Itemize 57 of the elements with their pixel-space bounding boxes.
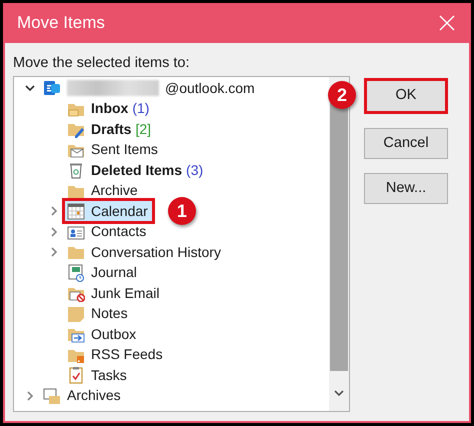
collapsed-chevron-icon[interactable] [49, 247, 59, 258]
folder-label: Contacts [91, 222, 146, 242]
folder-label: Drafts [91, 120, 132, 139]
dialog-button[interactable]: OK [364, 78, 448, 114]
folder-label: Archive [91, 181, 138, 200]
calendar-icon [67, 202, 85, 220]
folder-label: RSS Feeds [91, 345, 163, 364]
folder-label: Deleted Items [91, 160, 182, 180]
exchange-icon [43, 79, 61, 98]
collapsed-chevron-icon[interactable] [25, 390, 35, 401]
tree-item[interactable]: Sent Items [65, 140, 162, 160]
close-icon[interactable] [439, 15, 455, 31]
folder-label: @outlook.com [165, 78, 255, 98]
scroll-down-icon[interactable] [334, 390, 344, 397]
folder-label: Junk Email [91, 284, 160, 303]
tree-item[interactable]: Tasks [65, 365, 131, 386]
tree-item[interactable]: Contacts [65, 222, 150, 242]
collapsed-chevron-icon[interactable] [49, 226, 59, 237]
prompt-label: Move the selected items to: [13, 54, 190, 73]
dialog-button[interactable]: Cancel [364, 128, 448, 159]
item-count: (3) [186, 160, 204, 180]
step-number-badge: 1 [168, 197, 196, 226]
folder-label: Calendar [91, 202, 148, 221]
archive-icon [43, 386, 61, 405]
scrollbar-thumb[interactable] [330, 103, 348, 371]
tree-item[interactable]: Archives [41, 386, 125, 406]
scrollbar[interactable] [329, 77, 349, 411]
tree-item[interactable]: Junk Email [65, 283, 164, 304]
item-count: [2] [135, 120, 152, 139]
tree-item[interactable]: @outlook.com [41, 78, 259, 98]
trash-icon [67, 161, 85, 180]
window-title: Move Items [17, 12, 105, 34]
collapsed-chevron-icon[interactable] [49, 206, 59, 216]
folder-label: Notes [91, 304, 128, 324]
expanded-chevron-icon[interactable] [25, 83, 35, 94]
folder-label: Tasks [91, 366, 127, 385]
tree-item[interactable]: Archive [65, 180, 142, 201]
tree-item[interactable]: Inbox (1) [65, 98, 154, 119]
tree-item[interactable]: Deleted Items (3) [65, 160, 208, 180]
tree-item[interactable]: Conversation History [65, 242, 225, 262]
folder-label: Outbox [91, 324, 136, 344]
note-icon [67, 304, 85, 323]
tree-item[interactable]: Calendar [65, 201, 152, 222]
item-count: (1) [132, 99, 150, 118]
folder-label: Archives [67, 386, 121, 406]
tasks-icon [67, 366, 85, 384]
tree-item[interactable]: Drafts [2] [65, 119, 156, 140]
folder-label: Inbox [91, 99, 128, 118]
tree-item[interactable]: Outbox [65, 324, 140, 344]
tree-item[interactable]: Notes [65, 304, 132, 324]
dialog-button[interactable]: New... [364, 173, 448, 204]
journal-icon [67, 264, 85, 282]
folder-label: Sent Items [91, 140, 158, 160]
tree-item[interactable]: RSS Feeds [65, 344, 167, 365]
folder-label: Journal [91, 263, 137, 282]
tree-item[interactable]: Journal [65, 262, 141, 283]
folder-label: Conversation History [91, 242, 221, 262]
